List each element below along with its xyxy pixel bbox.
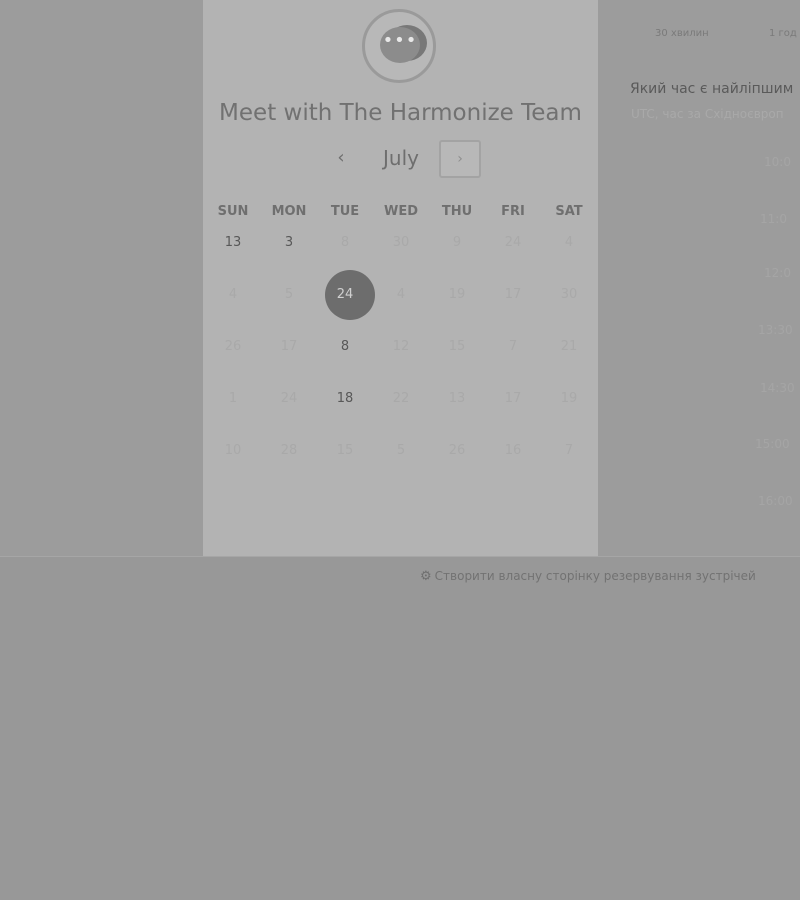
calendar-day: 12 — [392, 339, 410, 354]
calendar-day: 15 — [448, 339, 466, 354]
calendar-day: 21 — [560, 339, 578, 354]
calendar-week-row: 26 17 8 12 15 7 21 — [205, 337, 597, 357]
time-slot[interactable]: 15:00 — [755, 437, 800, 451]
time-question: Який час є найліпшим — [630, 81, 794, 97]
calendar-day: 26 — [448, 443, 466, 458]
calendar-day: 5 — [284, 287, 294, 302]
calendar-day: 19 — [560, 391, 578, 406]
weekday-label: MON — [271, 204, 307, 219]
time-slot[interactable]: 13:30 — [758, 323, 800, 337]
weekday-label: WED — [383, 204, 418, 219]
calendar-day: 15 — [336, 443, 354, 458]
time-slot[interactable]: 16:00 — [758, 494, 800, 508]
calendar-day: 4 — [228, 287, 238, 302]
calendar-day: 17 — [504, 391, 522, 406]
calendar-day: 4 — [396, 287, 406, 302]
weekday-header: SUN MON TUE WED THU FRI SAT — [205, 204, 597, 219]
prev-month-button[interactable]: ‹ — [328, 145, 354, 171]
calendar-day: 8 — [340, 235, 350, 250]
calendar-day: 28 — [280, 443, 298, 458]
time-slot[interactable]: 14:30 — [760, 381, 800, 395]
calendar-day: 10 — [224, 443, 242, 458]
calendar-week-row: 4 5 24 4 19 17 30 — [205, 285, 597, 305]
hubspot-icon: ⚙ — [420, 569, 432, 584]
calendar-day: 4 — [564, 235, 574, 250]
calendar-day: 16 — [504, 443, 522, 458]
calendar-week-row: 10 28 15 5 26 16 7 — [205, 441, 597, 461]
month-label: July — [383, 146, 419, 170]
calendar-day: 7 — [564, 443, 574, 458]
duration-option-60[interactable]: 1 год — [769, 28, 797, 39]
calendar-day: 9 — [452, 235, 462, 250]
calendar-day: 7 — [508, 339, 518, 354]
calendar-day-available[interactable]: 13 — [205, 233, 261, 253]
time-slot[interactable]: 11:0 — [760, 212, 800, 226]
calendar-day: 30 — [560, 287, 578, 302]
duration-option-30[interactable]: 30 хвилин — [655, 28, 709, 39]
weekday-label: SAT — [555, 204, 583, 219]
time-slot[interactable]: 10:0 — [764, 155, 800, 169]
calendar-day: 26 — [224, 339, 242, 354]
calendar-day-selected[interactable]: 24 — [317, 285, 373, 305]
calendar-day-available[interactable]: 18 — [317, 389, 373, 409]
next-month-button[interactable]: › — [439, 140, 481, 178]
calendar-day: 30 — [392, 235, 410, 250]
calendar-day: 24 — [280, 391, 298, 406]
team-avatar: ••• — [362, 9, 436, 83]
calendar-day: 22 — [392, 391, 410, 406]
calendar-day: 17 — [504, 287, 522, 302]
calendar-day: 5 — [396, 443, 406, 458]
calendar-day-available[interactable]: 3 — [261, 233, 317, 253]
timezone-label: UTC, час за Східноєвроп — [631, 107, 784, 121]
calendar-day: 19 — [448, 287, 466, 302]
weekday-label: SUN — [217, 204, 249, 219]
booking-card — [203, 0, 598, 556]
calendar-day: 1 — [228, 391, 238, 406]
calendar-day: 24 — [504, 235, 522, 250]
weekday-label: TUE — [330, 204, 360, 219]
calendar-week-row: 13 3 8 30 9 24 4 — [205, 233, 597, 253]
create-page-link[interactable]: ⚙ Створити власну сторінку резервування з… — [420, 569, 756, 584]
create-page-link-label: Створити власну сторінку резервування зу… — [434, 569, 756, 583]
weekday-label: FRI — [501, 204, 525, 219]
chat-dots-icon: ••• — [380, 27, 420, 63]
calendar-week-row: 1 24 18 22 13 17 19 — [205, 389, 597, 409]
calendar-day: 13 — [448, 391, 466, 406]
time-slot[interactable]: 12:0 — [764, 266, 800, 280]
meeting-title: Meet with The Harmonize Team — [219, 100, 582, 126]
calendar-day: 17 — [280, 339, 298, 354]
calendar-day-available[interactable]: 8 — [317, 337, 373, 357]
weekday-label: THU — [441, 204, 473, 219]
